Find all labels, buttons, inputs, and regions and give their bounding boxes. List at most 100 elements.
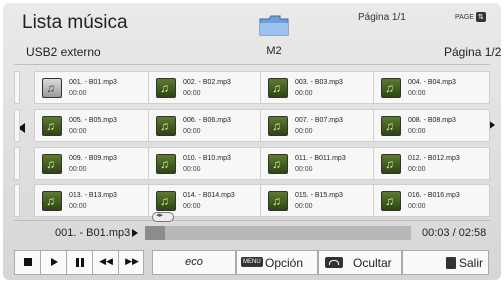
track-item[interactable]: ♫ 009. - B09.mp3 00:00 (34, 147, 151, 180)
folder-label: M2 (266, 45, 282, 57)
stop-button[interactable] (15, 251, 41, 274)
track-duration: 00:00 (408, 166, 426, 173)
option-label: Opción (265, 256, 304, 270)
play-button[interactable] (41, 251, 67, 274)
page-key-icon: ⇅ (475, 12, 486, 22)
exit-button[interactable]: Salir (402, 250, 489, 275)
track-item[interactable]: ♫ 005. - B05.mp3 00:00 (34, 109, 151, 142)
music-note-glyph: ♫ (160, 194, 169, 208)
track-name: 014. - B014.mp3 (183, 192, 235, 199)
playback-controls: ◀◀ ▶▶ (14, 250, 144, 275)
option-button[interactable]: MENU Opción (236, 250, 318, 275)
partial-tile (14, 109, 20, 142)
music-note-glyph: ♫ (46, 119, 55, 133)
page-title: Lista música (22, 12, 128, 33)
music-list-screen: Lista música USB2 externo M2 Página 1/1 … (0, 0, 504, 283)
rewind-button[interactable]: ◀◀ (93, 251, 119, 274)
track-item[interactable]: ♫ 013. - B13.mp3 00:00 (34, 184, 151, 217)
stop-icon (24, 258, 32, 266)
eco-button[interactable]: eco (152, 250, 236, 275)
track-item[interactable]: ♫ 004. - B04.mp3 00:00 (373, 71, 490, 104)
music-note-icon: ♫ (381, 78, 401, 98)
track-item[interactable]: ♫ 015. - B15.mp3 00:00 (260, 184, 377, 217)
header-divider (14, 64, 490, 65)
track-item[interactable]: ♫ 006. - B06.mp3 00:00 (148, 109, 265, 142)
partial-tile (14, 184, 20, 217)
music-note-glyph: ♫ (46, 81, 55, 95)
music-note-glyph: ♫ (272, 157, 281, 171)
source-device-label: USB2 externo (26, 45, 101, 59)
track-name: 012. - B012.mp3 (408, 155, 460, 162)
track-name: 004. - B04.mp3 (408, 79, 456, 86)
track-duration: 00:00 (69, 203, 87, 210)
music-note-icon: ♫ (42, 154, 62, 174)
playback-time: 00:03 / 02:58 (422, 227, 487, 239)
music-note-icon: ♫ (156, 191, 176, 211)
track-duration: 00:00 (69, 90, 87, 97)
page-indicator: Página 1/2 (444, 45, 502, 59)
music-note-icon: ♫ (268, 154, 288, 174)
music-note-glyph: ♫ (46, 157, 55, 171)
track-item[interactable]: ♫ 002. - B02.mp3 00:00 (148, 71, 265, 104)
music-note-glyph: ♫ (272, 119, 281, 133)
page-button[interactable]: PAGE ⇅ (455, 12, 486, 22)
seek-handle-icon[interactable] (152, 211, 174, 222)
music-note-icon: ♫ (381, 191, 401, 211)
track-name: 015. - B15.mp3 (295, 192, 343, 199)
track-name: 002. - B02.mp3 (183, 79, 231, 86)
rewind-icon: ◀◀ (99, 256, 113, 266)
hide-label: Ocultar (353, 256, 392, 270)
fast-forward-button[interactable]: ▶▶ (119, 251, 145, 274)
track-name: 009. - B09.mp3 (69, 155, 117, 162)
music-note-glyph: ♫ (385, 157, 394, 171)
fast-forward-icon: ▶▶ (125, 256, 139, 266)
track-item[interactable]: ♫ 011. - B011.mp3 00:00 (260, 147, 377, 180)
track-name: 007. - B07.mp3 (295, 117, 343, 124)
track-item[interactable]: ♫ 008. - B08.mp3 00:00 (373, 109, 490, 142)
track-item[interactable]: ♫ 007. - B07.mp3 00:00 (260, 109, 377, 142)
music-note-icon: ♫ (156, 116, 176, 136)
folder-icon[interactable] (258, 13, 290, 37)
now-playing-title: 001. - B01.mp3 (55, 227, 131, 239)
music-note-icon: ♫ (156, 78, 176, 98)
track-duration: 00:00 (69, 128, 87, 135)
music-note-icon: ♫ (156, 154, 176, 174)
grid-divider (14, 220, 490, 221)
play-icon (51, 258, 58, 266)
track-item[interactable]: ♫ 012. - B012.mp3 00:00 (373, 147, 490, 180)
music-note-glyph: ♫ (385, 81, 394, 95)
hide-button[interactable]: Ocultar (318, 250, 402, 275)
track-item[interactable]: ♫ 010. - B10.mp3 00:00 (148, 147, 265, 180)
pause-icon (76, 258, 84, 267)
track-duration: 00:00 (183, 128, 201, 135)
pause-button[interactable] (67, 251, 93, 274)
exit-key-icon (446, 257, 456, 269)
progress-fill (145, 226, 165, 240)
track-duration: 00:00 (408, 128, 426, 135)
music-note-glyph: ♫ (46, 194, 55, 208)
now-playing: 001. - B01.mp3 (55, 227, 139, 239)
music-note-icon: ♫ (268, 191, 288, 211)
track-name: 008. - B08.mp3 (408, 117, 456, 124)
track-item[interactable]: ♫ 016. - B016.mp3 00:00 (373, 184, 490, 217)
music-note-icon: ♫ (42, 191, 62, 211)
music-note-glyph: ♫ (160, 81, 169, 95)
music-note-icon: ♫ (381, 154, 401, 174)
menu-key-icon: MENU (241, 257, 263, 267)
track-name: 005. - B05.mp3 (69, 117, 117, 124)
music-note-glyph: ♫ (160, 119, 169, 133)
music-note-glyph: ♫ (160, 157, 169, 171)
music-note-icon: ♫ (42, 116, 62, 136)
track-duration: 00:00 (183, 203, 201, 210)
track-duration: 00:00 (295, 203, 313, 210)
playing-indicator-icon (132, 229, 139, 238)
track-duration: 00:00 (183, 166, 201, 173)
track-item[interactable]: ♫ 003. - B03.mp3 00:00 (260, 71, 377, 104)
track-duration: 00:00 (295, 166, 313, 173)
progress-bar[interactable] (145, 226, 411, 240)
track-item[interactable]: ♫ 001. - B01.mp3 00:00 (34, 71, 151, 104)
track-duration: 00:00 (295, 128, 313, 135)
track-name: 001. - B01.mp3 (69, 79, 117, 86)
track-name: 003. - B03.mp3 (295, 79, 343, 86)
exit-label: Salir (459, 256, 484, 270)
